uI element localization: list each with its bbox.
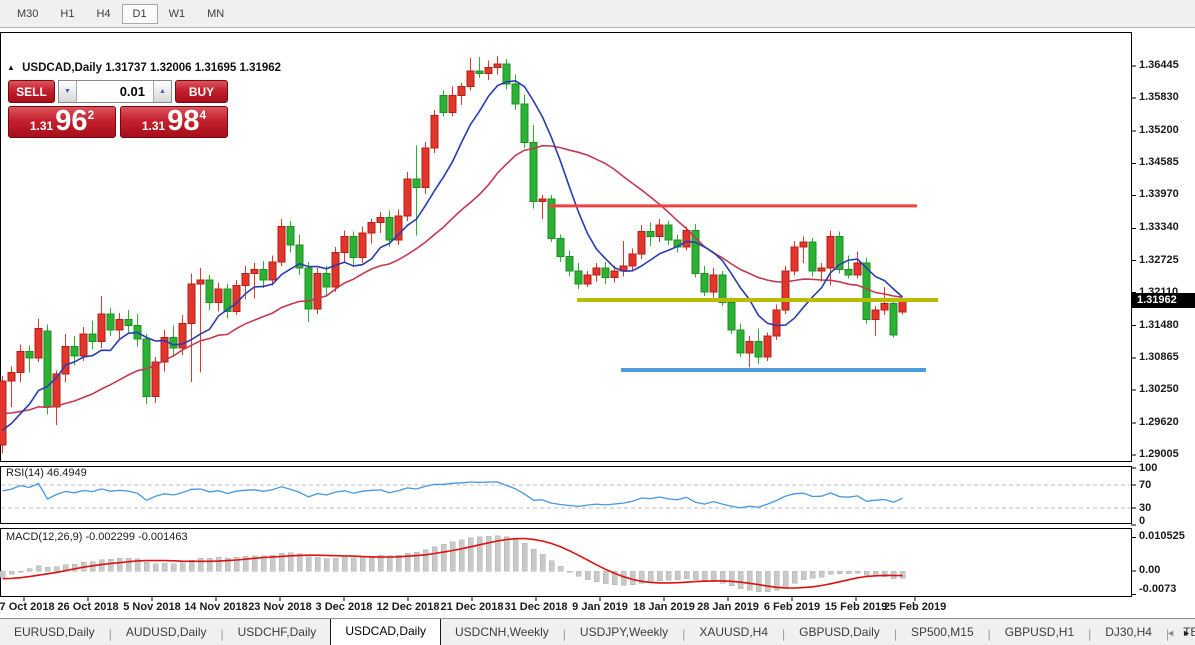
symbol-tab-usdcad[interactable]: USDCAD,Daily	[330, 619, 441, 645]
price-tick-label: 1.32725	[1139, 253, 1179, 266]
macd-tick-label: 0.00	[1139, 564, 1161, 576]
sell-price-pipette: 2	[87, 108, 95, 122]
price-tick-label: 1.31480	[1139, 318, 1179, 331]
sell-button[interactable]: SELL	[8, 80, 55, 103]
symbol-tab-dj30[interactable]: DJ30,H4	[1091, 620, 1166, 645]
volume-decrease-button[interactable]: ▼	[59, 81, 77, 102]
rsi-tick-label: 0	[1139, 515, 1146, 527]
volume-increase-button[interactable]: ▲	[153, 81, 171, 102]
rsi-tick-label: 100	[1139, 462, 1158, 474]
collapse-marker-icon: ▲	[7, 63, 15, 72]
price-tick-label: 1.33970	[1139, 188, 1179, 201]
rsi-indicator-label: RSI(14) 46.4949	[6, 467, 87, 479]
symbol-tab-usdcnh[interactable]: USDCNH,Weekly	[441, 620, 563, 645]
buy-price-prefix: 1.31	[141, 119, 166, 133]
sell-price-prefix: 1.31	[29, 119, 54, 133]
ohlc-readout: 1.31737 1.32006 1.31695 1.31962	[105, 62, 282, 74]
volume-input[interactable]	[77, 81, 153, 102]
buy-price-big-digits: 98	[167, 105, 200, 137]
symbol-tab-eurusd[interactable]: EURUSD,Daily	[0, 620, 109, 645]
tab-scroll-arrows[interactable]: ◄ ►	[1166, 628, 1191, 638]
price-tick-label: 1.36445	[1139, 59, 1179, 71]
date-axis-label: 25 Feb 2019	[883, 601, 947, 613]
buy-price-pipette: 4	[199, 108, 207, 122]
chart-title: ▲ USDCAD,Daily 1.31737 1.32006 1.31695 1…	[7, 62, 281, 74]
ma-slow-line	[2, 144, 903, 415]
symbol-period-label: USDCAD,Daily	[22, 62, 103, 74]
price-tick-label: 1.33340	[1139, 221, 1179, 234]
sell-price-big-digits: 96	[55, 105, 88, 137]
symbol-tab-gbpusd[interactable]: GBPUSD,H1	[991, 620, 1088, 645]
macd-tick-label: 0.010525	[1139, 530, 1185, 543]
buy-price-display[interactable]: 1.31 98 4	[120, 106, 228, 138]
volume-stepper[interactable]: ▼ ▲	[58, 80, 172, 103]
price-tick-label: 1.34585	[1139, 156, 1179, 169]
macd-indicator-label: MACD(12,26,9) -0.002299 -0.001463	[6, 531, 188, 543]
rsi-line	[2, 481, 903, 509]
rsi-tick-label: 70	[1139, 479, 1152, 492]
price-tick-label: 1.35830	[1139, 91, 1179, 104]
current-price-tag: 1.31962	[1132, 292, 1195, 308]
macd-histogram	[0, 535, 906, 593]
price-tick-label: 1.29005	[1139, 448, 1179, 460]
tabs-scroll-right-icon[interactable]: ►	[1182, 628, 1191, 638]
symbol-tab-gbpusd[interactable]: GBPUSD,Daily	[785, 620, 894, 645]
symbol-tab-usdchf[interactable]: USDCHF,Daily	[224, 620, 331, 645]
price-tick-label: 1.29620	[1139, 415, 1179, 428]
symbol-tab-bar[interactable]: EURUSD,Daily | AUDUSD,Daily | USDCHF,Daily US…	[0, 618, 1195, 645]
price-tick-label: 1.30250	[1139, 382, 1179, 395]
rsi-tick-label: 30	[1139, 501, 1152, 514]
symbol-tab-usdjpy[interactable]: USDJPY,Weekly	[566, 620, 682, 645]
symbol-tab-xauusd[interactable]: XAUUSD,H4	[685, 620, 782, 645]
symbol-tab-audusd[interactable]: AUDUSD,Daily	[112, 620, 221, 645]
one-click-trading-panel[interactable]: SELL ▼ ▲ BUY 1.31 96 2 1.31 98 4	[8, 80, 228, 138]
tabs-scroll-left-icon[interactable]: ◄	[1166, 628, 1175, 638]
symbol-tab-sp500[interactable]: SP500,M15	[897, 620, 988, 645]
triangle-up-icon: ▲	[159, 88, 166, 95]
triangle-down-icon: ▼	[64, 88, 71, 95]
buy-button[interactable]: BUY	[175, 80, 228, 103]
price-tick-label: 1.35200	[1139, 124, 1179, 137]
sell-price-display[interactable]: 1.31 96 2	[8, 106, 116, 138]
price-tick-label: 1.30865	[1139, 350, 1179, 363]
macd-tick-label: -0.0073	[1139, 583, 1177, 595]
